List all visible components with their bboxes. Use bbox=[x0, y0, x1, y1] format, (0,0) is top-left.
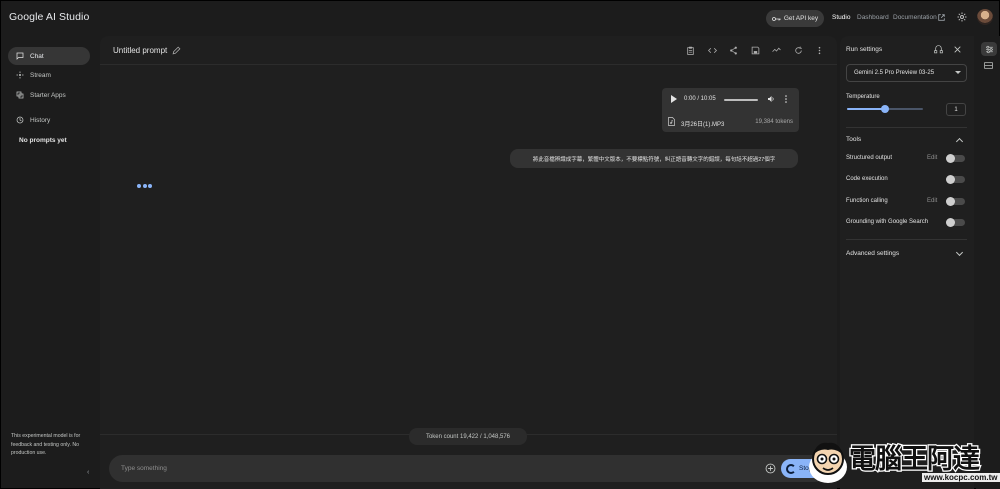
clipboard-icon[interactable] bbox=[686, 46, 695, 55]
nav-documentation[interactable]: Documentation bbox=[893, 14, 937, 21]
sidebar: Chat Stream Starter Apps History No prom… bbox=[0, 36, 98, 489]
tool-edit-link[interactable]: Edit bbox=[927, 155, 937, 161]
sidebar-item-history[interactable]: History bbox=[8, 111, 90, 129]
audio-file-tokens: 19,384 tokens bbox=[755, 118, 793, 125]
prompt-title[interactable]: Untitled prompt bbox=[113, 46, 167, 55]
sidebar-item-label: History bbox=[30, 116, 51, 124]
chat-icon bbox=[16, 52, 24, 60]
edit-title-icon[interactable] bbox=[172, 46, 181, 55]
function-calling-toggle[interactable] bbox=[946, 197, 965, 206]
sidebar-item-chat[interactable]: Chat bbox=[8, 47, 90, 65]
sidebar-item-label: Stream bbox=[30, 71, 51, 79]
close-icon[interactable] bbox=[953, 45, 962, 54]
tool-label: Code execution bbox=[846, 176, 888, 182]
user-message: 將此音檔辨識成字幕，繁體中文版本，不要標點符號，糾正語音轉文字的錯誤，每句話不超… bbox=[510, 149, 798, 168]
starter-apps-icon bbox=[16, 91, 24, 99]
sidebar-item-label: Starter Apps bbox=[30, 91, 66, 99]
nav-studio[interactable]: Studio bbox=[832, 14, 850, 21]
temperature-label: Temperature bbox=[846, 94, 880, 100]
chevron-down-icon[interactable] bbox=[955, 248, 964, 257]
model-select-value: Gemini 2.5 Pro Preview 03-25 bbox=[854, 70, 935, 76]
audio-seek-bar[interactable] bbox=[724, 98, 758, 101]
app-logo[interactable]: Google AI Studio bbox=[9, 11, 89, 23]
audio-attachment: 0:00 / 10:05 3月26日(1).MP3 19,384 tokens bbox=[662, 88, 799, 132]
stop-spinner-icon bbox=[786, 463, 796, 474]
avatar[interactable] bbox=[977, 9, 993, 25]
code-execution-toggle[interactable] bbox=[946, 175, 965, 184]
sidebar-item-stream[interactable]: Stream bbox=[8, 66, 90, 84]
tool-edit-link[interactable]: Edit bbox=[927, 198, 937, 204]
temperature-slider-thumb[interactable] bbox=[881, 105, 889, 113]
temperature-slider[interactable] bbox=[847, 105, 923, 113]
gear-icon[interactable] bbox=[957, 12, 967, 22]
key-icon bbox=[771, 16, 781, 21]
collapse-sidebar-icon[interactable]: ‹ bbox=[87, 469, 89, 476]
token-count: Token count 19,422 / 1,048,576 bbox=[409, 428, 527, 445]
grounding-toggle[interactable] bbox=[946, 218, 965, 227]
loading-indicator bbox=[137, 184, 152, 188]
experimental-disclaimer: This experimental model is for feedback … bbox=[11, 433, 81, 456]
audio-more-icon[interactable] bbox=[782, 94, 790, 104]
code-icon[interactable] bbox=[708, 46, 717, 55]
more-options-icon[interactable] bbox=[815, 46, 824, 55]
audio-file-icon bbox=[668, 117, 675, 126]
tool-label: Grounding with Google Search bbox=[846, 219, 929, 225]
mascot-logo bbox=[809, 442, 847, 483]
stream-icon bbox=[16, 71, 24, 79]
temperature-slider-fill bbox=[847, 108, 885, 110]
sidebar-item-label: Chat bbox=[30, 52, 44, 60]
get-api-key-label: Get API key bbox=[783, 15, 819, 22]
tool-row-grounding: Grounding with Google Search bbox=[846, 217, 967, 229]
compare-icon[interactable] bbox=[772, 46, 781, 55]
volume-icon[interactable] bbox=[767, 95, 775, 103]
audio-file-row[interactable]: 3月26日(1).MP3 19,384 tokens bbox=[662, 112, 799, 132]
layout-icon[interactable] bbox=[984, 62, 993, 69]
section-divider bbox=[846, 239, 967, 240]
tool-label: Structured output bbox=[846, 155, 893, 161]
header-divider bbox=[100, 64, 837, 65]
refresh-icon[interactable] bbox=[794, 46, 803, 55]
run-settings-toggle[interactable] bbox=[981, 42, 997, 56]
prompt-input[interactable] bbox=[121, 463, 721, 474]
structured-output-toggle[interactable] bbox=[946, 154, 965, 163]
right-rail bbox=[976, 36, 1000, 489]
temperature-input[interactable]: 1 bbox=[946, 103, 966, 116]
run-settings-title: Run settings bbox=[846, 46, 883, 53]
tune-icon bbox=[985, 45, 993, 53]
tools-header[interactable]: Tools bbox=[846, 136, 861, 143]
advanced-settings-header[interactable]: Advanced settings bbox=[846, 250, 899, 257]
tool-row-code-execution: Code execution bbox=[846, 174, 967, 186]
chevron-down-icon bbox=[955, 71, 961, 74]
model-select[interactable]: Gemini 2.5 Pro Preview 03-25 bbox=[846, 64, 967, 82]
audio-player: 0:00 / 10:05 bbox=[662, 88, 799, 110]
watermark: 電腦王阿達 www.kocpc.com.tw bbox=[798, 432, 1000, 487]
tool-row-function-calling: Function calling Edit bbox=[846, 196, 967, 208]
watermark-brand: 電腦王阿達 bbox=[848, 443, 982, 477]
prompt-input-container: Stop bbox=[109, 455, 828, 482]
run-settings-panel: Run settings Gemini 2.5 Pro Preview 03-2… bbox=[840, 36, 974, 489]
tool-row-structured-output: Structured output Edit bbox=[846, 153, 967, 165]
nav-dashboard[interactable]: Dashboard bbox=[857, 14, 889, 21]
empty-history-text: No prompts yet bbox=[19, 137, 67, 144]
watermark-url: www.kocpc.com.tw bbox=[922, 473, 1000, 482]
external-link-icon bbox=[938, 14, 945, 21]
history-icon bbox=[16, 116, 24, 124]
get-api-key-button[interactable]: Get API key bbox=[766, 10, 824, 27]
top-bar: Google AI Studio Get API key Studio Dash… bbox=[0, 0, 1000, 36]
chat-panel: Untitled prompt 0:00 / 10:05 3月26日(1).MP… bbox=[100, 36, 837, 489]
sidebar-item-starter-apps[interactable]: Starter Apps bbox=[8, 86, 90, 104]
tool-label: Function calling bbox=[846, 198, 888, 204]
share-icon[interactable] bbox=[729, 46, 738, 55]
chevron-up-icon[interactable] bbox=[955, 137, 964, 146]
audio-time: 0:00 / 10:05 bbox=[684, 95, 716, 102]
save-icon[interactable] bbox=[751, 46, 760, 55]
section-divider bbox=[846, 127, 967, 128]
add-media-icon[interactable] bbox=[765, 463, 776, 474]
reset-settings-icon[interactable] bbox=[934, 45, 943, 54]
audio-file-name: 3月26日(1).MP3 bbox=[681, 121, 725, 128]
play-icon[interactable] bbox=[671, 95, 677, 103]
